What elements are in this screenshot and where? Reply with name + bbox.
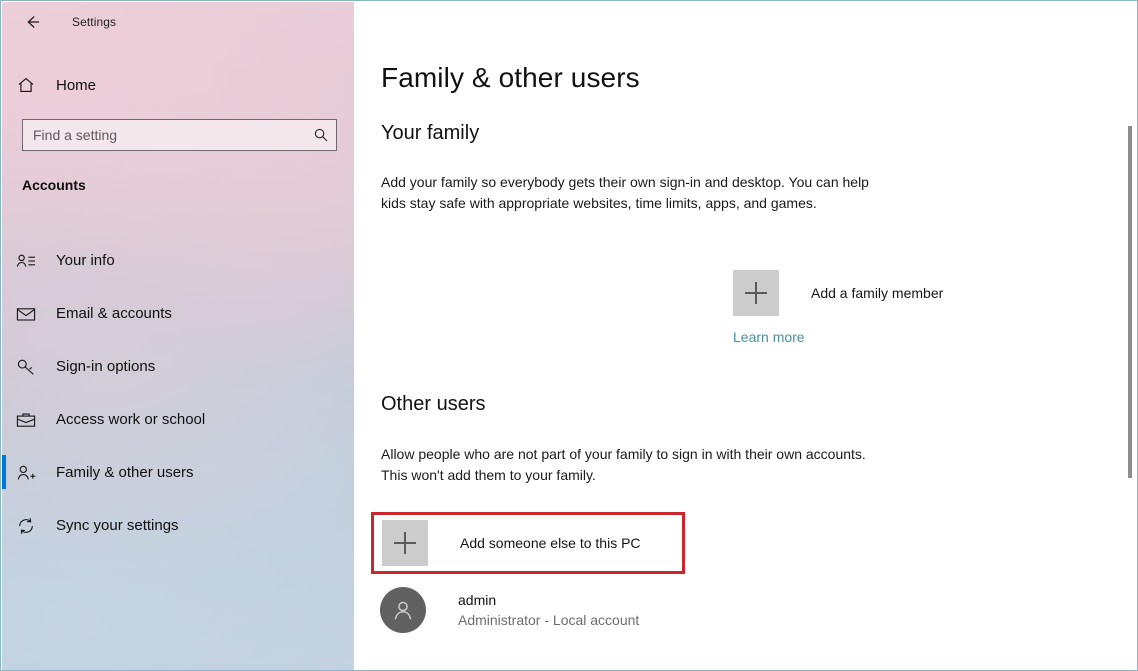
selection-indicator — [2, 402, 6, 436]
sidebar: Settings Home Find a setting Accounts Yo… — [2, 2, 354, 670]
user-account-row[interactable]: admin Administrator - Local account — [380, 587, 639, 633]
selection-indicator — [2, 349, 6, 383]
add-family-member-button[interactable]: Add a family member — [733, 270, 943, 316]
settings-window: Settings Home Find a setting Accounts Yo… — [0, 0, 1138, 671]
plus-icon — [733, 270, 779, 316]
sidebar-item-your-info[interactable]: Your info — [2, 234, 354, 287]
other-users-heading: Other users — [381, 393, 486, 415]
title-bar-left: Settings — [2, 2, 354, 42]
learn-more-link[interactable]: Learn more — [733, 329, 805, 345]
sidebar-item-family-other-users[interactable]: Family & other users — [2, 446, 354, 499]
add-someone-else-label: Add someone else to this PC — [460, 535, 641, 551]
search-box[interactable] — [22, 119, 337, 151]
sidebar-item-sign-in-options[interactable]: Sign-in options — [2, 340, 354, 393]
sidebar-item-label: Family & other users — [56, 464, 194, 481]
add-family-member-label: Add a family member — [811, 285, 944, 301]
sidebar-nav-list: Your info Email & accounts Sign-in optio… — [2, 234, 354, 552]
add-person-icon — [2, 463, 50, 483]
your-family-description: Add your family so everybody gets their … — [381, 174, 869, 211]
your-family-heading: Your family — [381, 122, 480, 144]
user-account-text: admin Administrator - Local account — [458, 591, 639, 630]
scrollbar-thumb[interactable] — [1128, 126, 1132, 478]
sidebar-item-label: Access work or school — [56, 411, 206, 428]
sync-icon — [2, 516, 50, 536]
sidebar-category-label: Accounts — [22, 177, 86, 193]
scrollbar[interactable] — [1123, 34, 1137, 670]
briefcase-icon — [2, 410, 50, 430]
page-title: Family & other users — [381, 62, 640, 93]
main-content: Family & other users Your family Add you… — [354, 2, 1137, 670]
sidebar-item-access-work-school[interactable]: Access work or school — [2, 393, 354, 446]
sidebar-item-sync-your-settings[interactable]: Sync your settings — [2, 499, 354, 552]
plus-icon — [382, 520, 428, 566]
selection-indicator — [2, 243, 6, 277]
app-title: Settings — [72, 15, 117, 29]
selection-indicator — [2, 296, 6, 330]
back-arrow-icon — [27, 16, 39, 28]
contact-card-icon — [2, 251, 50, 271]
user-account-name: admin — [458, 591, 497, 608]
search-icon[interactable] — [306, 127, 336, 143]
back-button[interactable] — [10, 6, 56, 38]
add-someone-else-button[interactable]: Add someone else to this PC — [382, 520, 641, 566]
sidebar-item-label: Your info — [56, 252, 115, 269]
other-users-description: Allow people who are not part of your fa… — [381, 446, 866, 483]
sidebar-item-label: Sign-in options — [56, 358, 156, 375]
user-account-detail: Administrator - Local account — [458, 611, 640, 628]
add-someone-highlight-box: Add someone else to this PC — [371, 512, 685, 574]
person-avatar-icon — [380, 587, 426, 633]
sidebar-item-label: Sync your settings — [56, 517, 179, 534]
sidebar-item-home[interactable]: Home — [2, 68, 354, 102]
search-input[interactable] — [23, 127, 306, 143]
key-icon — [2, 357, 50, 377]
selection-indicator — [2, 455, 6, 489]
sidebar-item-label: Email & accounts — [56, 305, 172, 322]
selection-indicator — [2, 508, 6, 542]
envelope-icon — [2, 304, 50, 324]
sidebar-item-home-label: Home — [56, 76, 97, 94]
sidebar-item-email-accounts[interactable]: Email & accounts — [2, 287, 354, 340]
home-icon — [2, 75, 50, 95]
